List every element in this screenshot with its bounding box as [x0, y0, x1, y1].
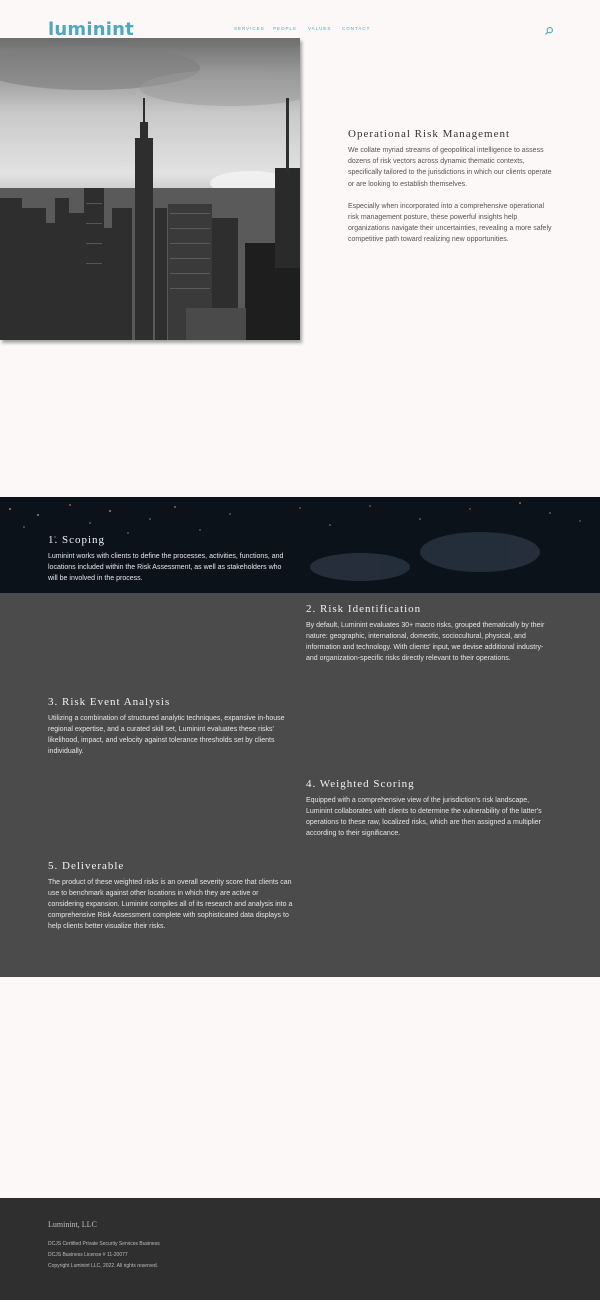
- step-scoping: 1. Scoping Luminint works with clients t…: [48, 534, 293, 584]
- step-text: The product of these weighted risks is a…: [48, 879, 293, 930]
- step-text: Utilizing a combination of structured an…: [48, 715, 285, 755]
- step-deliverable: 5. Deliverable The product of these weig…: [48, 860, 293, 932]
- intro-paragraph-2: Especially when incorporated into a comp…: [348, 202, 552, 244]
- logo[interactable]: luminint: [48, 19, 134, 40]
- footer-info: DCJS Certified Private Security Services…: [48, 1239, 160, 1272]
- city-skyline-image: [0, 38, 300, 340]
- step-text: By default, Luminint evaluates 30+ macro…: [306, 622, 545, 662]
- nav-link-people[interactable]: PEOPLE: [273, 26, 297, 31]
- step-title: 4. Weighted Scoring: [306, 778, 415, 790]
- nav-link-services[interactable]: SERVICES: [234, 26, 265, 31]
- intro-title: Operational Risk Management: [348, 128, 511, 140]
- nav-link-values[interactable]: VALUES: [308, 26, 331, 31]
- night-city-background: 1. Scoping Luminint works with clients t…: [0, 497, 600, 594]
- step-title: 1. Scoping: [48, 534, 106, 546]
- search-icon[interactable]: [544, 26, 554, 36]
- step-weighted-scoring: 4. Weighted Scoring Equipped with a comp…: [306, 778, 551, 839]
- nav-link-contact[interactable]: CONTACT: [342, 26, 370, 31]
- step-risk-identification: 2. Risk Identification By default, Lumin…: [306, 603, 551, 664]
- step-title: 2. Risk Identification: [306, 603, 422, 615]
- step-text: Luminint works with clients to define th…: [48, 553, 284, 582]
- footer-copyright: Copyright Luminint LLC, 2022. All rights…: [48, 1263, 159, 1269]
- footer-license: DCJS Business License # 11-20077: [48, 1252, 128, 1258]
- step-risk-event-analysis: 3. Risk Event Analysis Utilizing a combi…: [48, 696, 293, 757]
- footer-certification: DCJS Certified Private Security Services…: [48, 1241, 160, 1247]
- intro-paragraph-1: We collate myriad streams of geopolitica…: [348, 147, 552, 188]
- footer-company-name: Luminint, LLC: [48, 1220, 97, 1229]
- step-text: Equipped with a comprehensive view of th…: [306, 797, 542, 837]
- intro-section: Operational Risk Management We collate m…: [348, 128, 553, 246]
- step-title: 3. Risk Event Analysis: [48, 696, 171, 708]
- site-footer: Luminint, LLC DCJS Certified Private Sec…: [0, 1198, 600, 1300]
- step-title: 5. Deliverable: [48, 860, 125, 872]
- steps-section: 2. Risk Identification By default, Lumin…: [0, 593, 600, 977]
